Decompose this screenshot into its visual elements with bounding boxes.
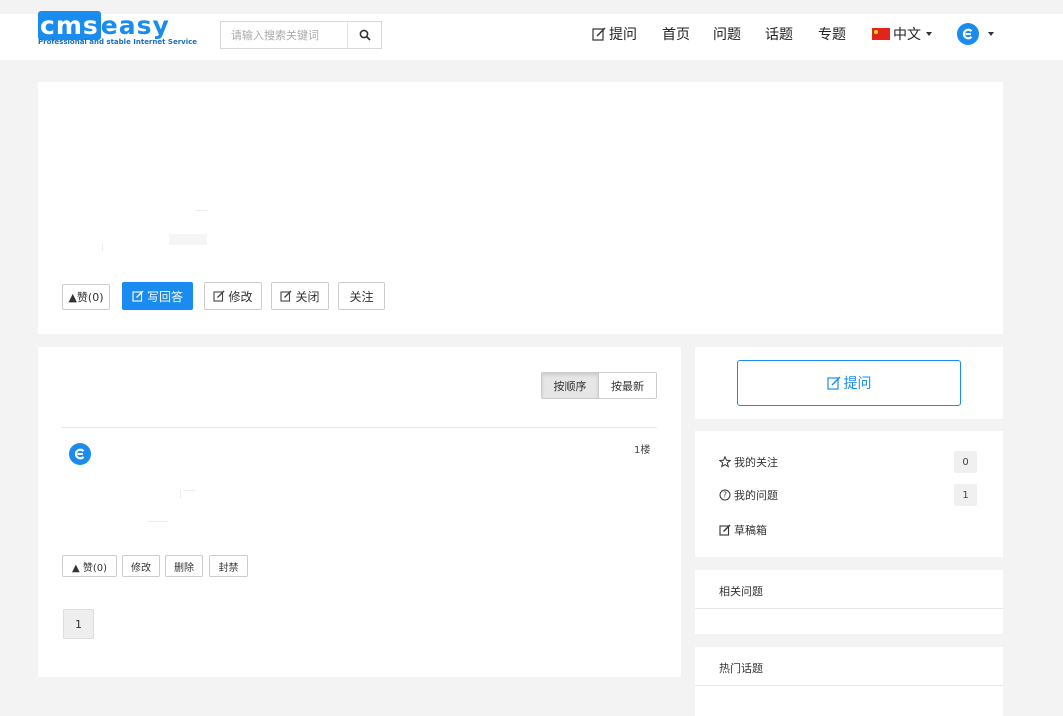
question-close-button[interactable]: 关闭 [271, 282, 329, 310]
my-follows-label: 我的关注 [734, 456, 778, 469]
question-edit-label: 修改 [228, 289, 253, 304]
answer-edit-button[interactable]: 修改 [122, 555, 160, 577]
sort-by-order-label: 按顺序 [553, 379, 587, 393]
edit-icon [213, 290, 225, 302]
nav-topics-label: 话题 [765, 27, 793, 43]
edit-icon [132, 290, 144, 302]
nav-topics[interactable]: 话题 [765, 14, 793, 54]
star-icon [719, 456, 731, 468]
sort-by-order-button[interactable]: 按顺序 [542, 373, 599, 398]
faint-mark [148, 521, 168, 522]
answer-like-label: ▲ 赞(0) [71, 562, 108, 574]
answer-like-button[interactable]: ▲ 赞(0) [62, 555, 117, 577]
nav-specials-label: 专题 [818, 27, 846, 43]
write-answer-label: 写回答 [146, 289, 183, 304]
language-label: 中文 [893, 27, 921, 43]
sidebar-ask-button[interactable]: 提问 [737, 360, 961, 406]
search-icon [359, 29, 371, 41]
sidebar-ask-panel: 提问 [695, 347, 1003, 419]
answer-delete-label: 删除 [174, 562, 194, 574]
question-close-label: 关闭 [295, 289, 320, 304]
sidebar-drafts[interactable]: 草稿箱 [719, 522, 767, 538]
write-answer-button[interactable]: 写回答 [122, 282, 193, 310]
floor-number: 1楼 [634, 445, 651, 456]
sort-by-newest-label: 按最新 [611, 379, 644, 393]
question-panel: ▲赞(0) 写回答 修改 关闭 关注 [38, 82, 1003, 334]
question-follow-label: 关注 [349, 289, 374, 304]
sidebar-related-panel: 相关问题 [695, 570, 1003, 634]
nav-questions-label: 问题 [713, 27, 741, 43]
question-edit-button[interactable]: 修改 [204, 282, 262, 310]
pagination-page-label: 1 [75, 617, 82, 631]
section-divider [695, 608, 1003, 609]
faint-mark [102, 244, 103, 251]
sidebar-user-panel: 我的关注 0 ? 我的问题 1 草稿箱 [695, 431, 1003, 557]
answer-divider [62, 427, 657, 428]
edit-icon [592, 27, 606, 41]
answer-delete-button[interactable]: 删除 [165, 555, 203, 577]
my-questions-label: 我的问题 [734, 489, 778, 502]
edit-icon [280, 290, 292, 302]
language-dropdown[interactable]: 中文 [872, 14, 932, 54]
faint-mark [180, 490, 181, 498]
question-follow-button[interactable]: 关注 [338, 282, 385, 310]
user-avatar-icon [962, 28, 973, 40]
faint-mark [169, 234, 207, 245]
nav-home-label: 首页 [662, 27, 690, 43]
nav-specials[interactable]: 专题 [818, 14, 846, 54]
answer-ban-label: 封禁 [218, 562, 239, 574]
my-questions-count: 1 [954, 484, 977, 506]
answer-author-avatar[interactable] [69, 443, 91, 465]
svg-text:?: ? [723, 491, 727, 500]
answers-panel: 按顺序 按最新 1楼 ▲ 赞(0) 修改 删除 封禁 1 [38, 347, 681, 677]
related-questions-title: 相关问题 [719, 585, 763, 598]
edit-icon [719, 524, 731, 536]
sidebar-hot-topics-panel: 热门话题 [695, 647, 1003, 716]
search-box [220, 21, 382, 49]
sidebar-ask-label: 提问 [843, 376, 872, 392]
nav-questions[interactable]: 问题 [713, 14, 741, 54]
question-like-label: ▲赞(0) [68, 291, 104, 304]
logo-easy-text: easy [100, 11, 170, 40]
my-follows-count: 0 [954, 451, 977, 473]
answer-edit-label: 修改 [131, 562, 151, 574]
search-input[interactable] [221, 22, 347, 48]
chevron-down-icon [926, 32, 932, 36]
question-circle-icon: ? [719, 489, 731, 501]
avatar-caret-icon [988, 32, 994, 36]
section-divider [695, 685, 1003, 686]
sidebar-my-follows[interactable]: 我的关注 [719, 454, 778, 470]
answer-sort-toggle: 按顺序 按最新 [541, 372, 657, 399]
logo-cms-text: cms [38, 11, 101, 40]
nav-ask[interactable]: 提问 [592, 14, 637, 54]
nav-ask-label: 提问 [609, 27, 637, 43]
question-like-button[interactable]: ▲赞(0) [62, 284, 110, 310]
pagination-page-1[interactable]: 1 [63, 609, 94, 639]
answer-ban-button[interactable]: 封禁 [209, 555, 248, 577]
site-logo[interactable]: cmseasy Professional and stable Internet… [38, 11, 198, 49]
logo-tagline: Professional and stable Internet Service [38, 38, 198, 46]
user-avatar-menu[interactable] [957, 23, 979, 45]
user-avatar-icon [74, 448, 85, 460]
nav-home[interactable]: 首页 [662, 14, 690, 54]
faint-mark [183, 490, 195, 491]
sidebar-my-questions[interactable]: ? 我的问题 [719, 487, 778, 503]
top-navbar: cmseasy Professional and stable Internet… [0, 11, 1063, 60]
china-flag-icon [872, 28, 890, 40]
search-button[interactable] [347, 22, 381, 48]
drafts-label: 草稿箱 [734, 524, 767, 537]
logo-wordmark: cmseasy [38, 11, 170, 40]
sort-by-newest-button[interactable]: 按最新 [599, 373, 656, 398]
hot-topics-title: 热门话题 [719, 662, 763, 675]
edit-icon [826, 376, 840, 390]
faint-mark [195, 210, 207, 211]
